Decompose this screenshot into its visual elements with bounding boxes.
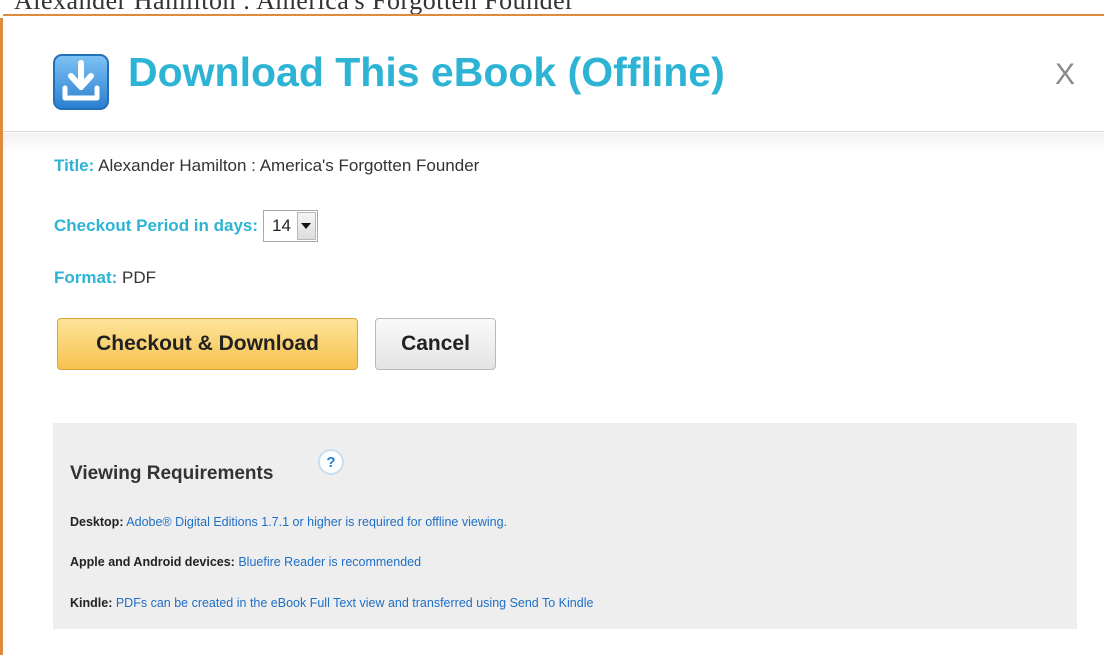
format-label: Format:: [54, 268, 118, 287]
requirement-mobile: Apple and Android devices: Bluefire Read…: [70, 555, 421, 569]
checkout-period-select[interactable]: 14: [263, 210, 318, 242]
format-value: PDF: [122, 268, 157, 287]
requirement-link[interactable]: Adobe® Digital Editions 1.7.1 or higher …: [126, 515, 507, 529]
requirement-link[interactable]: PDFs can be created in the eBook Full Te…: [116, 596, 594, 610]
dialog-title: Download This eBook (Offline): [128, 49, 725, 95]
help-icon[interactable]: ?: [318, 449, 344, 475]
format-row: Format: PDF: [54, 268, 156, 288]
header-shadow: [3, 133, 1104, 151]
requirement-link[interactable]: Bluefire Reader is recommended: [238, 555, 421, 569]
requirement-key: Desktop:: [70, 515, 124, 529]
checkout-download-button[interactable]: Checkout & Download: [57, 318, 358, 370]
viewing-requirements-title: Viewing Requirements: [70, 463, 274, 484]
checkout-period-label: Checkout Period in days:: [54, 216, 259, 235]
requirement-key: Kindle:: [70, 596, 113, 610]
checkout-period-value: 14: [272, 216, 291, 235]
download-icon: [53, 54, 109, 110]
requirement-desktop: Desktop: Adobe® Digital Editions 1.7.1 o…: [70, 515, 507, 529]
download-dialog: Download This eBook (Offline) X Title: A…: [3, 14, 1104, 655]
viewing-requirements-panel: Viewing Requirements ? Desktop: Adobe® D…: [53, 423, 1077, 629]
close-button[interactable]: X: [1055, 58, 1075, 92]
cancel-button[interactable]: Cancel: [375, 318, 496, 370]
requirement-key: Apple and Android devices:: [70, 555, 235, 569]
requirement-kindle: Kindle: PDFs can be created in the eBook…: [70, 596, 593, 610]
checkout-period-row: Checkout Period in days: 14: [54, 210, 318, 242]
dialog-header: Download This eBook (Offline) X: [3, 16, 1104, 132]
title-label: Title:: [54, 156, 95, 175]
title-value: Alexander Hamilton : America's Forgotten…: [98, 156, 480, 175]
chevron-down-icon[interactable]: [296, 212, 316, 240]
title-row: Title: Alexander Hamilton : America's Fo…: [54, 156, 479, 176]
